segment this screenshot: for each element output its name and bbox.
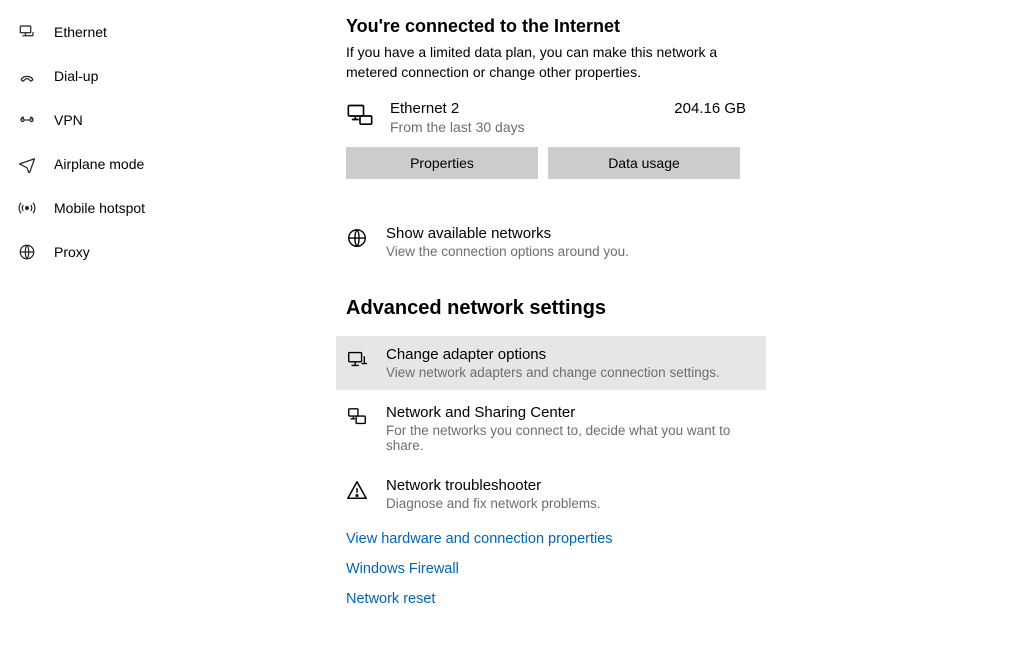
dialup-icon <box>18 67 36 85</box>
sidebar-item-label: Mobile hotspot <box>54 200 145 216</box>
proxy-icon <box>18 243 36 261</box>
adapter-icon <box>346 348 368 370</box>
sidebar-item-label: VPN <box>54 112 83 128</box>
row-title: Network troubleshooter <box>386 477 756 494</box>
hotspot-icon <box>18 199 36 217</box>
advanced-heading: Advanced network settings <box>346 297 992 320</box>
connection-usage: 204.16 GB <box>674 100 756 117</box>
show-available-networks[interactable]: Show available networks View the connect… <box>336 215 766 269</box>
button-row: Properties Data usage <box>346 147 992 179</box>
sidebar-item-vpn[interactable]: VPN <box>0 98 320 142</box>
link-windows-firewall[interactable]: Windows Firewall <box>346 561 992 577</box>
row-sub: For the networks you connect to, decide … <box>386 423 756 453</box>
main-content: You're connected to the Internet If you … <box>320 0 1022 649</box>
status-description: If you have a limited data plan, you can… <box>346 43 766 82</box>
warning-icon <box>346 479 368 501</box>
ethernet-icon <box>18 23 36 41</box>
globe-icon <box>346 227 368 249</box>
sidebar-item-airplane[interactable]: Airplane mode <box>0 142 320 186</box>
network-sharing-center[interactable]: Network and Sharing Center For the netwo… <box>336 394 766 463</box>
sharing-icon <box>346 406 368 428</box>
connection-sub: From the last 30 days <box>390 119 656 135</box>
sidebar-item-hotspot[interactable]: Mobile hotspot <box>0 186 320 230</box>
row-sub: View network adapters and change connect… <box>386 365 756 380</box>
data-usage-button[interactable]: Data usage <box>548 147 740 179</box>
status-heading: You're connected to the Internet <box>346 16 992 37</box>
link-network-reset[interactable]: Network reset <box>346 591 992 607</box>
pc-network-icon <box>346 102 372 128</box>
row-title: Network and Sharing Center <box>386 404 756 421</box>
connection-row: Ethernet 2 From the last 30 days 204.16 … <box>346 100 756 135</box>
network-troubleshooter[interactable]: Network troubleshooter Diagnose and fix … <box>336 467 766 521</box>
sidebar-item-label: Proxy <box>54 244 90 260</box>
row-sub: Diagnose and fix network problems. <box>386 496 756 511</box>
row-title: Change adapter options <box>386 346 756 363</box>
sidebar-item-label: Dial-up <box>54 68 98 84</box>
sidebar-item-dialup[interactable]: Dial-up <box>0 54 320 98</box>
airplane-icon <box>18 155 36 173</box>
vpn-icon <box>18 111 36 129</box>
properties-button[interactable]: Properties <box>346 147 538 179</box>
row-title: Show available networks <box>386 225 756 242</box>
change-adapter-options[interactable]: Change adapter options View network adap… <box>336 336 766 390</box>
sidebar-item-proxy[interactable]: Proxy <box>0 230 320 274</box>
sidebar-item-label: Airplane mode <box>54 156 144 172</box>
sidebar-item-label: Ethernet <box>54 24 107 40</box>
row-sub: View the connection options around you. <box>386 244 756 259</box>
link-hardware-props[interactable]: View hardware and connection properties <box>346 531 992 547</box>
connection-name: Ethernet 2 <box>390 100 656 117</box>
sidebar: Ethernet Dial-up VPN Airplane mode <box>0 0 320 649</box>
sidebar-item-ethernet[interactable]: Ethernet <box>0 10 320 54</box>
